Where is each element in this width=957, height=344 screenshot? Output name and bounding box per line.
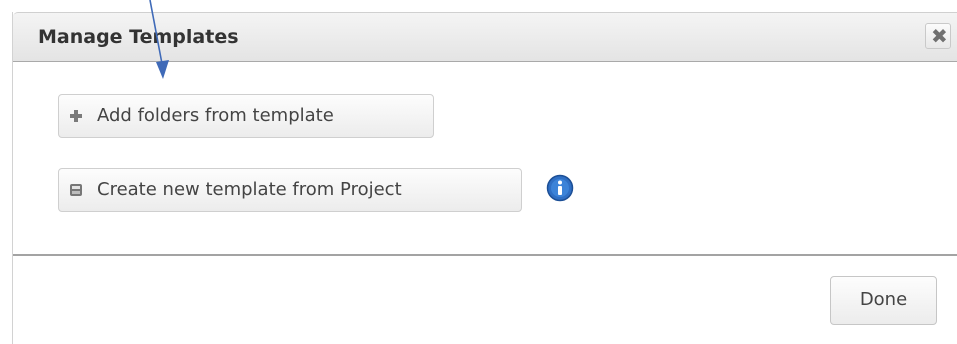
dialog-title: Manage Templates xyxy=(38,26,239,48)
manage-templates-dialog: Manage Templates ✖ Add folders from temp… xyxy=(12,12,957,344)
add-folders-label: Add folders from template xyxy=(97,105,334,126)
save-icon xyxy=(70,184,82,196)
dialog-titlebar[interactable]: Manage Templates ✖ xyxy=(13,12,957,62)
plus-icon xyxy=(70,110,82,122)
add-folders-from-template-button[interactable]: Add folders from template xyxy=(58,94,434,138)
footer-divider xyxy=(13,254,957,256)
close-button[interactable]: ✖ xyxy=(925,23,951,49)
close-icon: ✖ xyxy=(931,24,948,48)
create-template-label: Create new template from Project xyxy=(97,179,402,200)
create-template-from-project-button[interactable]: Create new template from Project xyxy=(58,168,522,212)
done-button[interactable]: Done xyxy=(830,276,937,325)
info-icon[interactable] xyxy=(546,174,574,202)
screenshot-stage: Manage Templates ✖ Add folders from temp… xyxy=(0,0,957,344)
